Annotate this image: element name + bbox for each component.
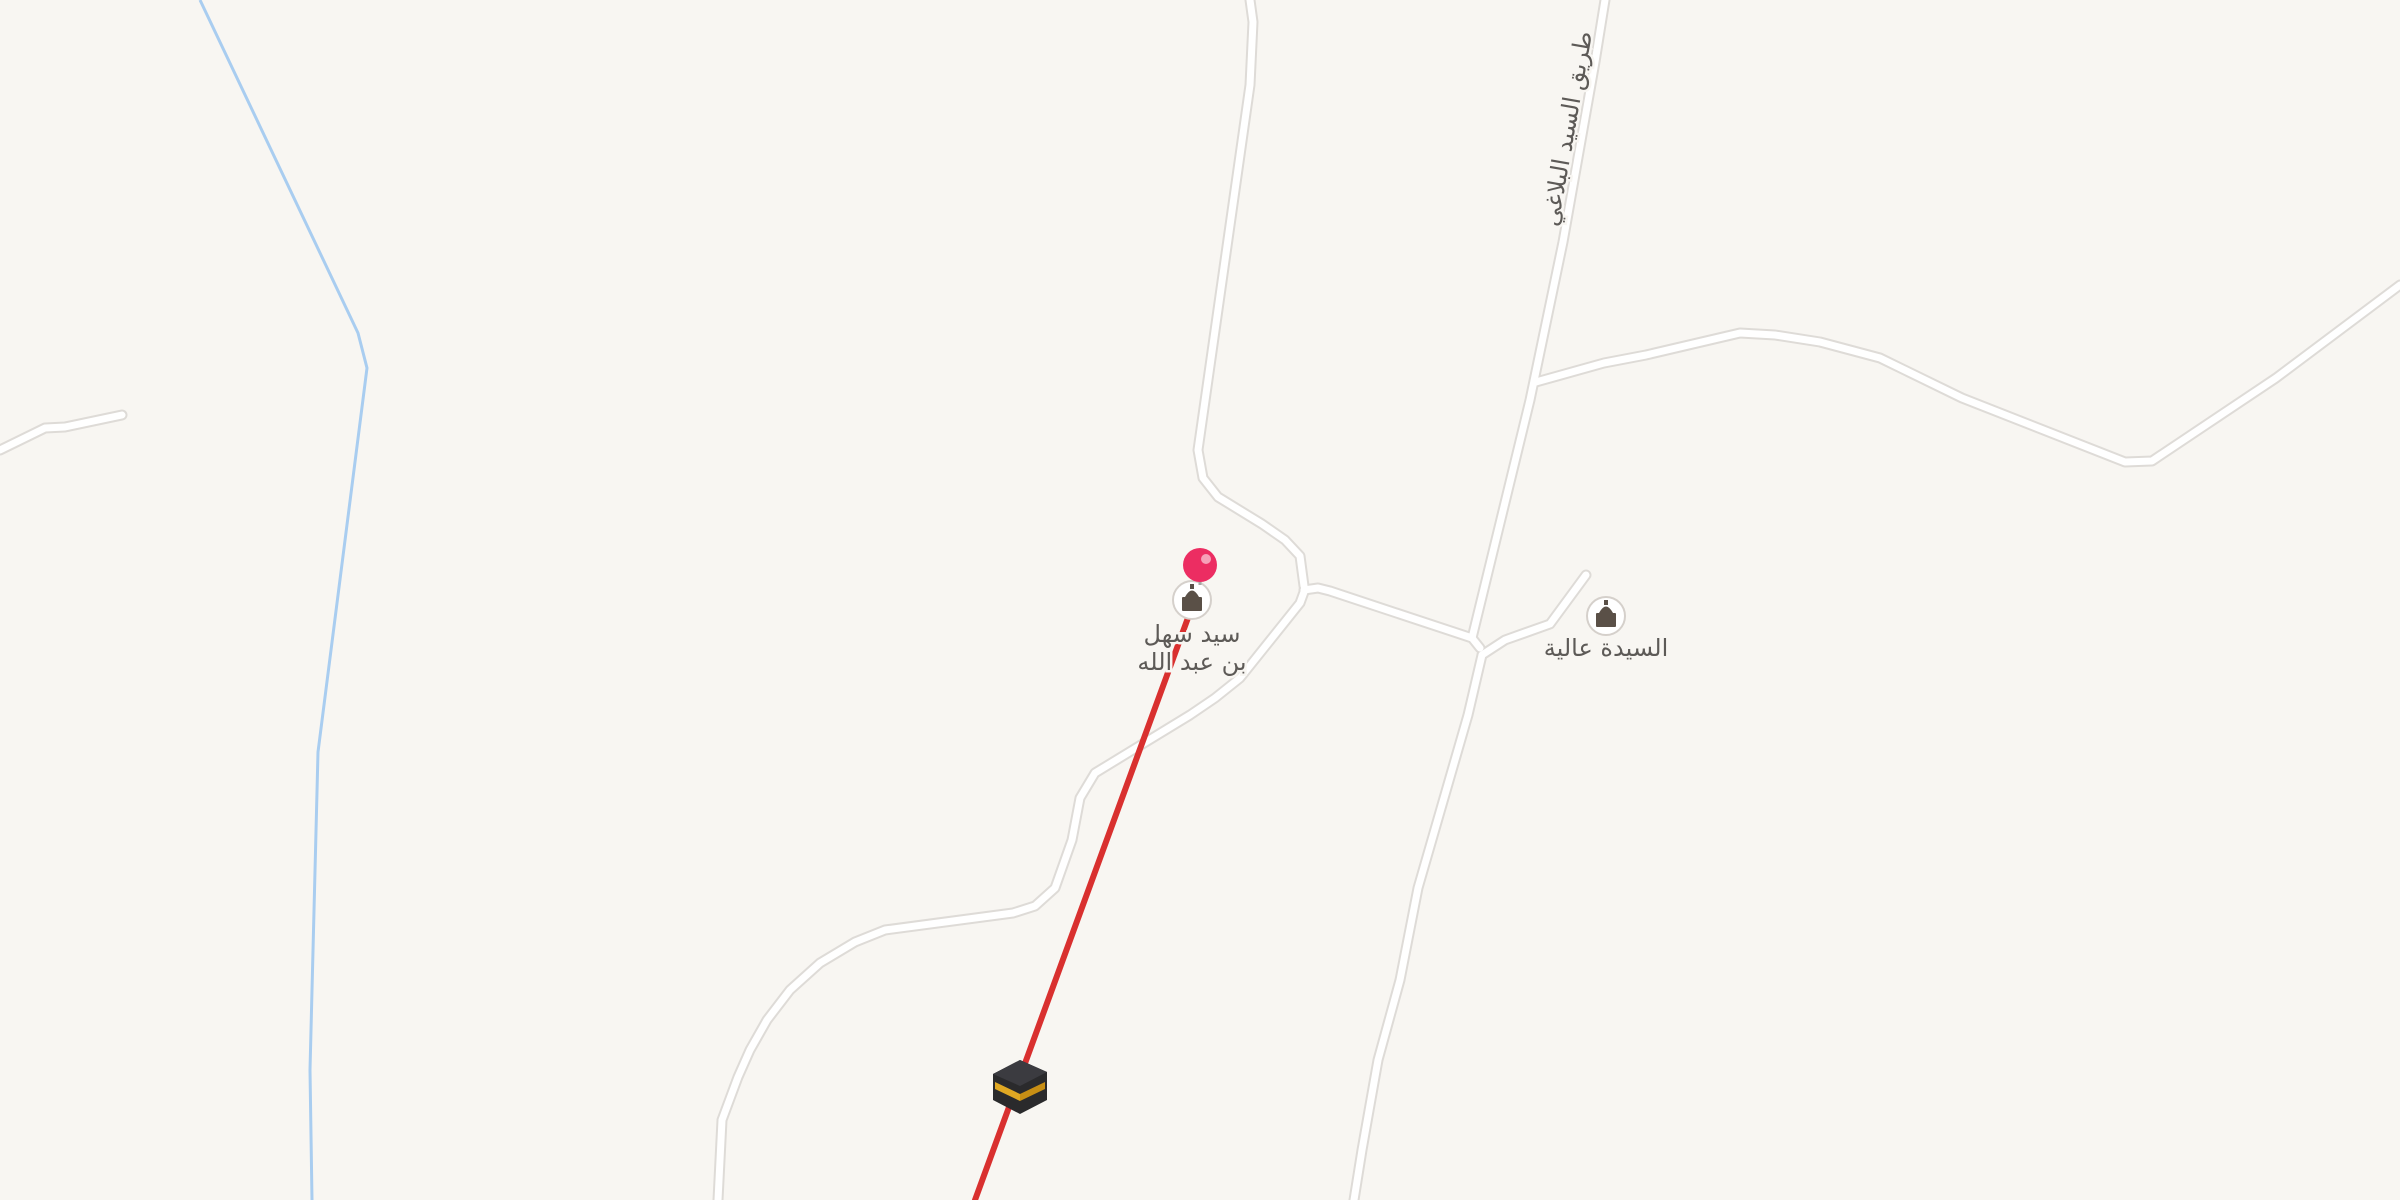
- mosque-icon: [1586, 596, 1626, 636]
- poi-label: السيدة عالية: [1544, 634, 1669, 662]
- poi-label-line2: بن عبد الله: [1137, 648, 1246, 676]
- map-canvas[interactable]: طريق السيد البلاغي سيد سهل بن عبد الله ا…: [0, 0, 2400, 1200]
- poi-label-line1: سيد سهل: [1144, 620, 1241, 648]
- mosque-icon: [1172, 580, 1212, 620]
